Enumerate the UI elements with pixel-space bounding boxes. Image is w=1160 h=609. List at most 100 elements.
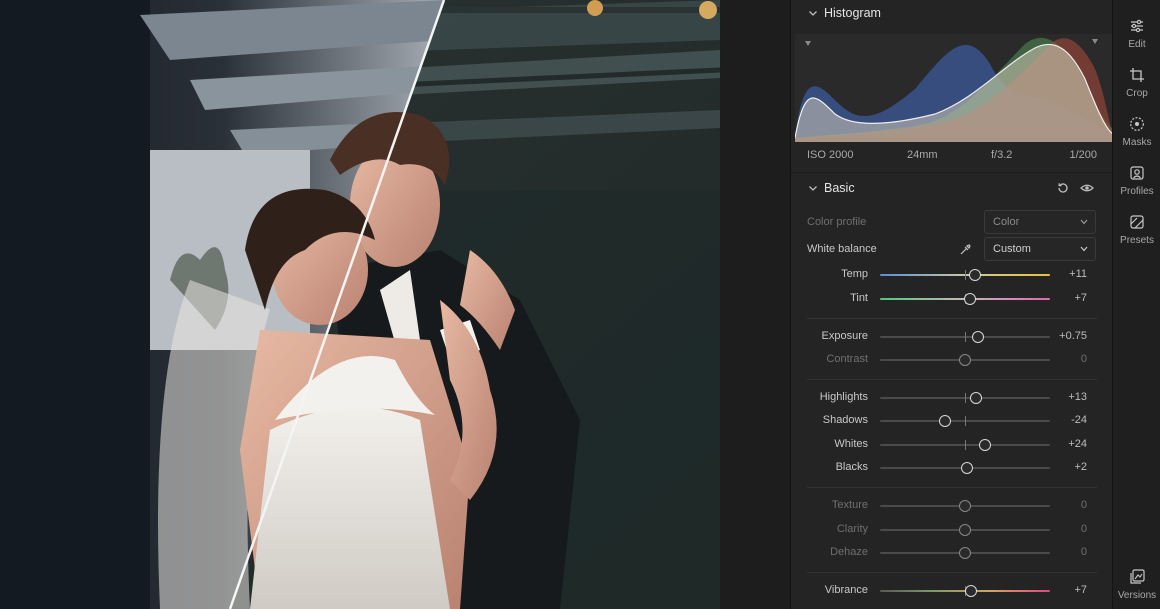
exposure-knob[interactable] xyxy=(971,331,984,343)
clarity-slider[interactable]: Clarity 0 xyxy=(807,521,1097,539)
versions-tool[interactable]: Versions xyxy=(1113,569,1160,609)
highlights-label: Highlights xyxy=(819,391,868,403)
iso-value: ISO 2000 xyxy=(807,149,854,161)
tint-value[interactable]: +7 xyxy=(1074,292,1087,304)
highlights-knob[interactable] xyxy=(970,392,983,404)
shadows-slider[interactable]: Shadows -24 xyxy=(807,412,1097,430)
shadows-value[interactable]: -24 xyxy=(1071,414,1087,426)
temp-label: Temp xyxy=(841,268,868,280)
histogram-title: Histogram xyxy=(824,6,881,20)
whites-slider[interactable]: Whites +24 xyxy=(807,436,1097,454)
clarity-value[interactable]: 0 xyxy=(1081,523,1087,535)
tint-slider[interactable]: Tint +7 xyxy=(807,290,1097,308)
group-divider xyxy=(807,572,1097,573)
slider-center-tick xyxy=(965,416,966,426)
group-divider xyxy=(807,318,1097,319)
group-divider xyxy=(807,379,1097,380)
shutter-value: 1/200 xyxy=(1069,149,1097,161)
eyedropper-icon[interactable] xyxy=(959,243,972,256)
texture-slider[interactable]: Texture 0 xyxy=(807,497,1097,515)
vibrance-label: Vibrance xyxy=(824,584,868,596)
vibrance-value[interactable]: +7 xyxy=(1074,584,1087,596)
dehaze-knob[interactable] xyxy=(959,547,971,559)
histogram-header[interactable]: Histogram xyxy=(791,0,1113,26)
canvas-gutter xyxy=(720,0,790,609)
versions-tool-label: Versions xyxy=(1117,590,1157,601)
contrast-value[interactable]: 0 xyxy=(1081,353,1087,365)
white-balance-value: Custom xyxy=(993,243,1031,255)
shadows-knob[interactable] xyxy=(938,415,951,427)
texture-value[interactable]: 0 xyxy=(1081,499,1087,511)
slider-center-tick xyxy=(965,332,966,342)
chevron-down-icon xyxy=(809,11,817,16)
blacks-value[interactable]: +2 xyxy=(1074,461,1087,473)
color-profile-dropdown[interactable]: Color xyxy=(984,210,1096,234)
chevron-down-icon xyxy=(1080,219,1088,225)
exif-info: ISO 2000 24mm f/3.2 1/200 xyxy=(807,149,1097,163)
whites-label: Whites xyxy=(834,438,868,450)
profiles-tool-label: Profiles xyxy=(1120,186,1154,197)
vibrance-knob[interactable] xyxy=(964,585,977,597)
contrast-label: Contrast xyxy=(826,353,868,365)
chevron-down-icon xyxy=(1080,246,1088,252)
exposure-label: Exposure xyxy=(821,330,868,342)
color-profile-value: Color xyxy=(993,216,1020,228)
whites-value[interactable]: +24 xyxy=(1068,438,1087,450)
highlights-slider[interactable]: Highlights +13 xyxy=(807,389,1097,407)
clarity-knob[interactable] xyxy=(959,524,971,536)
profiles-tool[interactable]: Profiles xyxy=(1113,165,1160,209)
tool-strip: Edit Crop Masks Profiles Presets Version… xyxy=(1112,0,1160,609)
shadows-label: Shadows xyxy=(822,414,868,426)
dehaze-value[interactable]: 0 xyxy=(1081,546,1087,558)
chevron-down-icon xyxy=(809,186,817,191)
sliders-icon xyxy=(1131,19,1143,33)
edit-panel: Histogram ISO 2000 24mm f/3.2 1/200 Basi… xyxy=(790,0,1113,609)
highlights-value[interactable]: +13 xyxy=(1068,391,1087,403)
masks-tool[interactable]: Masks xyxy=(1113,116,1160,160)
exposure-value[interactable]: +0.75 xyxy=(1059,330,1087,342)
texture-label: Texture xyxy=(831,499,868,511)
focal-length-value: 24mm xyxy=(907,149,938,161)
edit-tool[interactable]: Edit xyxy=(1113,18,1160,62)
edit-tool-label: Edit xyxy=(1128,39,1146,50)
temp-slider[interactable]: Temp +11 xyxy=(807,266,1097,284)
photo-canvas[interactable] xyxy=(0,0,790,609)
before-after-photo[interactable] xyxy=(0,0,720,609)
temp-knob[interactable] xyxy=(969,269,982,281)
versions-icon xyxy=(1130,569,1145,584)
reset-icon[interactable] xyxy=(1056,181,1070,195)
texture-knob[interactable] xyxy=(959,500,971,512)
dehaze-slider[interactable]: Dehaze 0 xyxy=(807,544,1097,562)
white-balance-label: White balance xyxy=(807,243,877,255)
blacks-slider[interactable]: Blacks +2 xyxy=(807,459,1097,477)
clarity-label: Clarity xyxy=(836,523,868,535)
whites-knob[interactable] xyxy=(979,439,992,451)
slider-center-tick xyxy=(965,270,966,280)
vibrance-slider[interactable]: Vibrance +7 xyxy=(807,582,1097,600)
blacks-knob[interactable] xyxy=(960,462,973,474)
crop-tool[interactable]: Crop xyxy=(1113,67,1160,111)
profile-icon xyxy=(1130,166,1144,180)
color-profile-label: Color profile xyxy=(807,216,867,228)
presets-tool-label: Presets xyxy=(1120,235,1154,246)
blacks-label: Blacks xyxy=(835,461,868,473)
aperture-value: f/3.2 xyxy=(991,149,1013,161)
white-balance-dropdown[interactable]: Custom xyxy=(984,237,1096,261)
crop-tool-label: Crop xyxy=(1126,88,1148,99)
mask-icon xyxy=(1130,117,1144,131)
tint-label: Tint xyxy=(850,292,868,304)
tint-knob[interactable] xyxy=(964,293,977,305)
eye-icon[interactable] xyxy=(1080,181,1094,195)
contrast-knob[interactable] xyxy=(959,354,971,366)
exposure-slider[interactable]: Exposure +0.75 xyxy=(807,328,1097,346)
group-divider xyxy=(807,487,1097,488)
contrast-slider[interactable]: Contrast 0 xyxy=(807,351,1097,369)
section-divider xyxy=(791,172,1113,173)
presets-tool[interactable]: Presets xyxy=(1113,214,1160,258)
temp-value[interactable]: +11 xyxy=(1069,268,1087,280)
slider-center-tick xyxy=(965,393,966,403)
crop-icon xyxy=(1130,68,1144,82)
masks-tool-label: Masks xyxy=(1122,137,1152,148)
dehaze-label: Dehaze xyxy=(830,546,868,558)
slider-center-tick xyxy=(965,440,966,450)
